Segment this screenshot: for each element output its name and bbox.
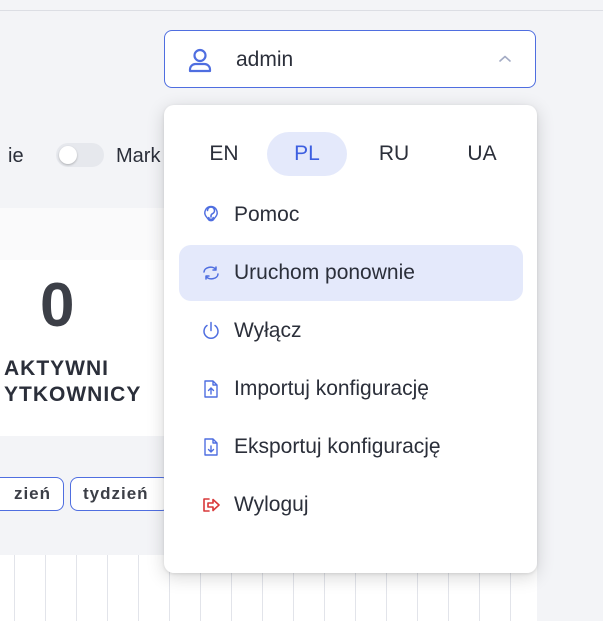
stat-label-line1: AKTYWNI bbox=[4, 357, 109, 380]
menu-item-help[interactable]: Pomoc bbox=[179, 187, 523, 243]
toggle-knob bbox=[59, 146, 77, 164]
menu-item-shutdown[interactable]: Wyłącz bbox=[179, 303, 523, 359]
top-divider bbox=[0, 10, 603, 11]
menu-item-restart[interactable]: Uruchom ponownie bbox=[179, 245, 523, 301]
stat-value: 0 bbox=[40, 271, 75, 340]
power-icon bbox=[203, 321, 219, 339]
user-name: admin bbox=[236, 48, 294, 71]
user-dropdown-menu: EN PL RU UA Pomoc Uruchom ponownie Wyłąc… bbox=[164, 105, 537, 573]
period-button-week[interactable]: tydzień bbox=[70, 477, 170, 511]
file-import-icon bbox=[204, 380, 218, 398]
user-icon bbox=[188, 48, 212, 73]
help-icon bbox=[204, 205, 218, 222]
chart-gridline bbox=[14, 555, 15, 621]
stat-label-line2: YTKOWNICY bbox=[4, 383, 142, 406]
filter-label-right: Mark bbox=[116, 145, 161, 167]
language-switcher: EN PL RU UA bbox=[184, 132, 508, 176]
language-option-pl[interactable]: PL bbox=[267, 132, 347, 176]
language-option-ua[interactable]: UA bbox=[442, 132, 522, 176]
chart-gridline bbox=[138, 555, 139, 621]
menu-item-label: Uruchom ponownie bbox=[234, 261, 415, 284]
menu-item-import-config[interactable]: Importuj konfigurację bbox=[179, 361, 523, 417]
filter-toggle[interactable] bbox=[56, 143, 104, 167]
chevron-up-icon bbox=[499, 55, 511, 62]
menu-item-label: Importuj konfigurację bbox=[234, 377, 429, 400]
menu-item-label: Wyloguj bbox=[234, 493, 309, 516]
card-header-strip bbox=[0, 208, 165, 260]
file-export-icon bbox=[204, 438, 218, 456]
menu-item-label: Eksportuj konfigurację bbox=[234, 435, 441, 458]
language-option-en[interactable]: EN bbox=[184, 132, 264, 176]
menu-item-label: Pomoc bbox=[234, 203, 300, 226]
stat-card bbox=[0, 260, 165, 436]
language-option-ru[interactable]: RU bbox=[354, 132, 434, 176]
menu-item-label: Wyłącz bbox=[234, 319, 302, 342]
filter-label-left: ie bbox=[8, 145, 24, 167]
chart-gridline bbox=[76, 555, 77, 621]
chart-gridline bbox=[107, 555, 108, 621]
restart-icon bbox=[203, 266, 219, 280]
page-margin bbox=[537, 88, 603, 621]
chart-gridline bbox=[45, 555, 46, 621]
menu-item-logout[interactable]: Wyloguj bbox=[179, 477, 523, 533]
period-button-day[interactable]: zień bbox=[0, 477, 64, 511]
logout-icon bbox=[203, 498, 220, 512]
user-menu-button[interactable]: admin bbox=[164, 30, 536, 88]
menu-item-export-config[interactable]: Eksportuj konfigurację bbox=[179, 419, 523, 475]
